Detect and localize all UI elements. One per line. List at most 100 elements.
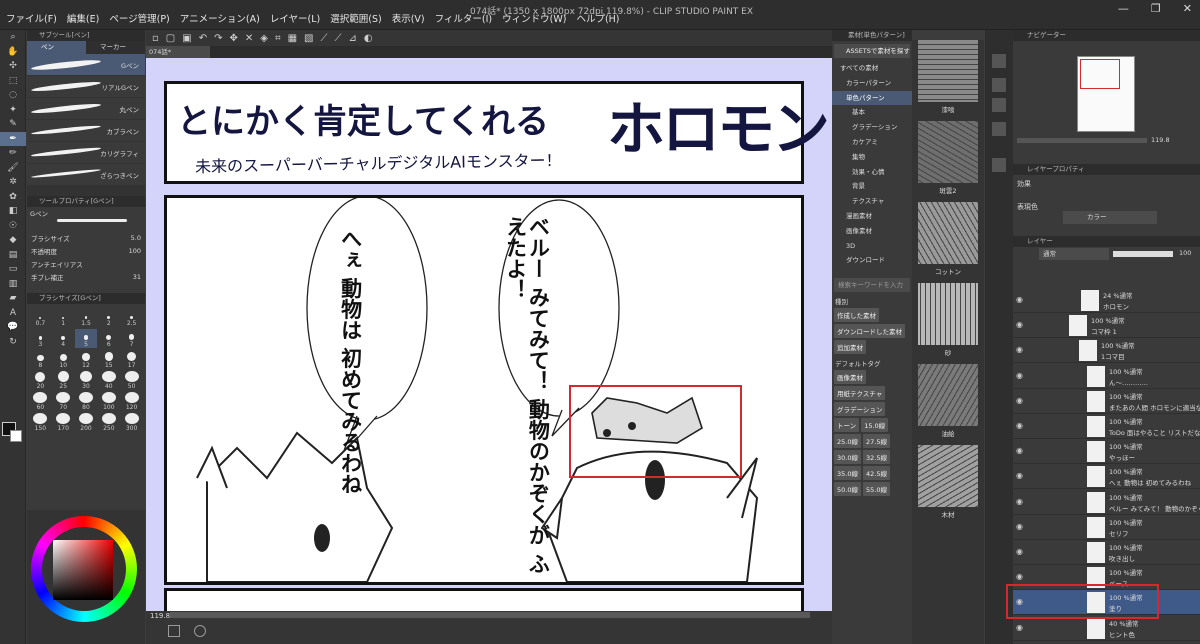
material-thumbnail[interactable] <box>918 364 978 426</box>
horizontal-scrollbar[interactable] <box>170 612 810 618</box>
fit-icon[interactable] <box>168 625 180 637</box>
toolprop-row[interactable]: ブラシサイズ 5.0 <box>27 231 145 244</box>
menu-item[interactable]: ページ管理(P) <box>109 11 169 25</box>
layer-row[interactable]: ◉ 100 %通常 やっほー <box>1013 439 1200 465</box>
deco-tool-icon[interactable]: ✿ <box>0 190 26 205</box>
brushsize-cell[interactable]: 300 <box>120 413 143 432</box>
fill-icon[interactable]: ◈ <box>260 33 268 44</box>
brushsize-cell[interactable]: 100 <box>97 392 120 411</box>
tag-button[interactable]: 50.0線 <box>834 482 861 497</box>
material-tree-item[interactable]: カラーパターン <box>832 76 912 91</box>
snap-icon[interactable]: ⟋ <box>321 33 328 44</box>
eraser-tool-icon[interactable]: ◧ <box>0 204 26 219</box>
brushsize-cell[interactable]: 2 <box>97 308 120 327</box>
brushsize-cell[interactable]: 1.5 <box>75 308 98 327</box>
menu-item[interactable]: 選択範囲(S) <box>330 11 381 25</box>
assets-search-button[interactable]: ASSETSで素材を探す <box>834 44 910 58</box>
tag-button[interactable]: 42.5線 <box>862 466 890 481</box>
brush-item[interactable]: カブラペン <box>27 120 145 142</box>
brushsize-cell[interactable]: 0.7 <box>29 308 52 327</box>
brushsize-cell[interactable]: 60 <box>29 392 52 411</box>
saturation-square[interactable] <box>53 540 113 600</box>
menu-item[interactable]: 表示(V) <box>392 11 425 25</box>
tag-button[interactable]: 作成した素材 <box>834 308 879 323</box>
tag-button[interactable]: 27.5線 <box>862 434 890 449</box>
layer-row[interactable]: ◉ 100 %通常 ToDo 面はやること リストだな <box>1013 414 1200 439</box>
brushsize-cell[interactable]: 4 <box>52 329 75 348</box>
blend-mode-select[interactable]: 通常 <box>1039 248 1109 260</box>
material-tree-item[interactable]: すべての素材 <box>832 61 912 76</box>
toolprop-row[interactable]: アンチエイリアス <box>27 257 145 270</box>
canvas-area[interactable]: とにかく肯定してくれる ホロモン 未来のスーパーバーチャルデジタルAIモンスター… <box>146 58 832 611</box>
brushsize-cell[interactable]: 1 <box>52 308 75 327</box>
figure-tool-icon[interactable]: ▭ <box>0 262 26 277</box>
material-tree-item[interactable]: テクスチャ <box>832 194 912 209</box>
material-tree-item[interactable]: 背景 <box>832 179 912 194</box>
material-tree-item[interactable]: カケアミ <box>832 135 912 150</box>
menu-item[interactable]: レイヤー(L) <box>270 11 320 25</box>
clear-icon[interactable]: ✕ <box>245 33 253 44</box>
material-tree-item[interactable]: 集物 <box>832 150 912 165</box>
brushsize-cell[interactable]: 5 <box>74 329 98 348</box>
fill-tool-icon[interactable]: ◆ <box>0 233 26 248</box>
zoom-tool-icon[interactable]: ⌕ <box>0 30 26 45</box>
redo-icon[interactable]: ↷ <box>214 33 222 44</box>
material-thumbnail[interactable] <box>918 283 978 345</box>
wand-tool-icon[interactable]: ✦ <box>0 103 26 118</box>
material-tree-item[interactable]: 3D <box>832 239 912 254</box>
airbrush-tool-icon[interactable]: ✲ <box>0 175 26 190</box>
minimize-button[interactable]: — <box>1118 2 1129 15</box>
brush-item[interactable]: リアルGペン <box>27 76 145 98</box>
visibility-eye-icon[interactable]: ◉ <box>1016 295 1023 304</box>
save-icon[interactable]: ▣ <box>182 33 191 44</box>
brushsize-cell[interactable]: 12 <box>75 350 98 369</box>
tag-button[interactable]: 追加素材 <box>834 340 866 355</box>
brushsize-cell[interactable]: 250 <box>97 413 120 432</box>
navigator-zoom-slider[interactable] <box>1017 138 1147 143</box>
color-icon[interactable]: ◐ <box>364 33 373 44</box>
brushsize-cell[interactable]: 17 <box>120 350 143 369</box>
material-tree-item[interactable]: 効果・心情 <box>832 165 912 180</box>
brushsize-cell[interactable]: 8 <box>29 350 52 369</box>
material-tree-item[interactable]: グラデーション <box>832 120 912 135</box>
layer-row[interactable]: ◉ 100 %通常 コマ枠 1 <box>1013 313 1200 339</box>
correct-tool-icon[interactable]: ↻ <box>0 335 26 350</box>
pencil-tool-icon[interactable]: ✏ <box>0 146 26 161</box>
layer-row[interactable]: ◉ 40 %通常 ヒント色 <box>1013 616 1200 641</box>
crop-icon[interactable]: ⌗ <box>275 33 281 44</box>
layer-row[interactable]: ◉ 100 %通常 ん〜………… <box>1013 364 1200 389</box>
tag-button[interactable]: 32.5線 <box>862 450 890 465</box>
tab-pen[interactable]: ペン <box>27 41 86 54</box>
tab-document[interactable]: 074話* <box>146 46 210 58</box>
layer-row[interactable]: ◉ 24 %通常 ホロモン <box>1013 288 1200 313</box>
brushsize-cell[interactable]: 200 <box>75 413 98 432</box>
visibility-eye-icon[interactable]: ◉ <box>1016 547 1023 556</box>
layer-row[interactable]: ◉ 100 %通常 セリフ <box>1013 515 1200 540</box>
hand-tool-icon[interactable]: ✋ <box>0 45 26 60</box>
text-tool-icon[interactable]: A <box>0 306 26 321</box>
brush-item[interactable]: 丸ペン <box>27 98 145 120</box>
open-icon[interactable]: ▢ <box>166 33 175 44</box>
balloon-tool-icon[interactable]: 💬 <box>0 320 26 335</box>
menu-item[interactable]: ファイル(F) <box>6 11 57 25</box>
expression-color-select[interactable]: カラー <box>1063 211 1157 224</box>
visibility-eye-icon[interactable]: ◉ <box>1016 446 1023 455</box>
visibility-eye-icon[interactable]: ◉ <box>1016 320 1023 329</box>
toolprop-row[interactable]: 不透明度 100 <box>27 244 145 257</box>
brushsize-cell[interactable]: 170 <box>52 413 75 432</box>
move-tool-icon[interactable]: ✣ <box>0 59 26 74</box>
brushsize-cell[interactable]: 25 <box>52 371 75 390</box>
tag-button[interactable]: 用紙テクスチャ <box>834 386 886 401</box>
brushsize-cell[interactable]: 10 <box>52 350 75 369</box>
brushsize-cell[interactable]: 70 <box>52 392 75 411</box>
brush-item[interactable]: Gペン <box>27 54 145 76</box>
brushsize-cell[interactable]: 15 <box>97 350 120 369</box>
material-tree-item[interactable]: 基本 <box>832 105 912 120</box>
brushsize-cell[interactable]: 30 <box>75 371 98 390</box>
visibility-eye-icon[interactable]: ◉ <box>1016 572 1023 581</box>
brush-item[interactable]: ざらつきペン <box>27 164 145 186</box>
tag-button[interactable]: ダウンロードした素材 <box>834 324 905 339</box>
panel-icon[interactable] <box>992 158 1006 172</box>
brushsize-cell[interactable]: 150 <box>29 413 52 432</box>
grid-icon[interactable]: ▦ <box>288 33 297 44</box>
